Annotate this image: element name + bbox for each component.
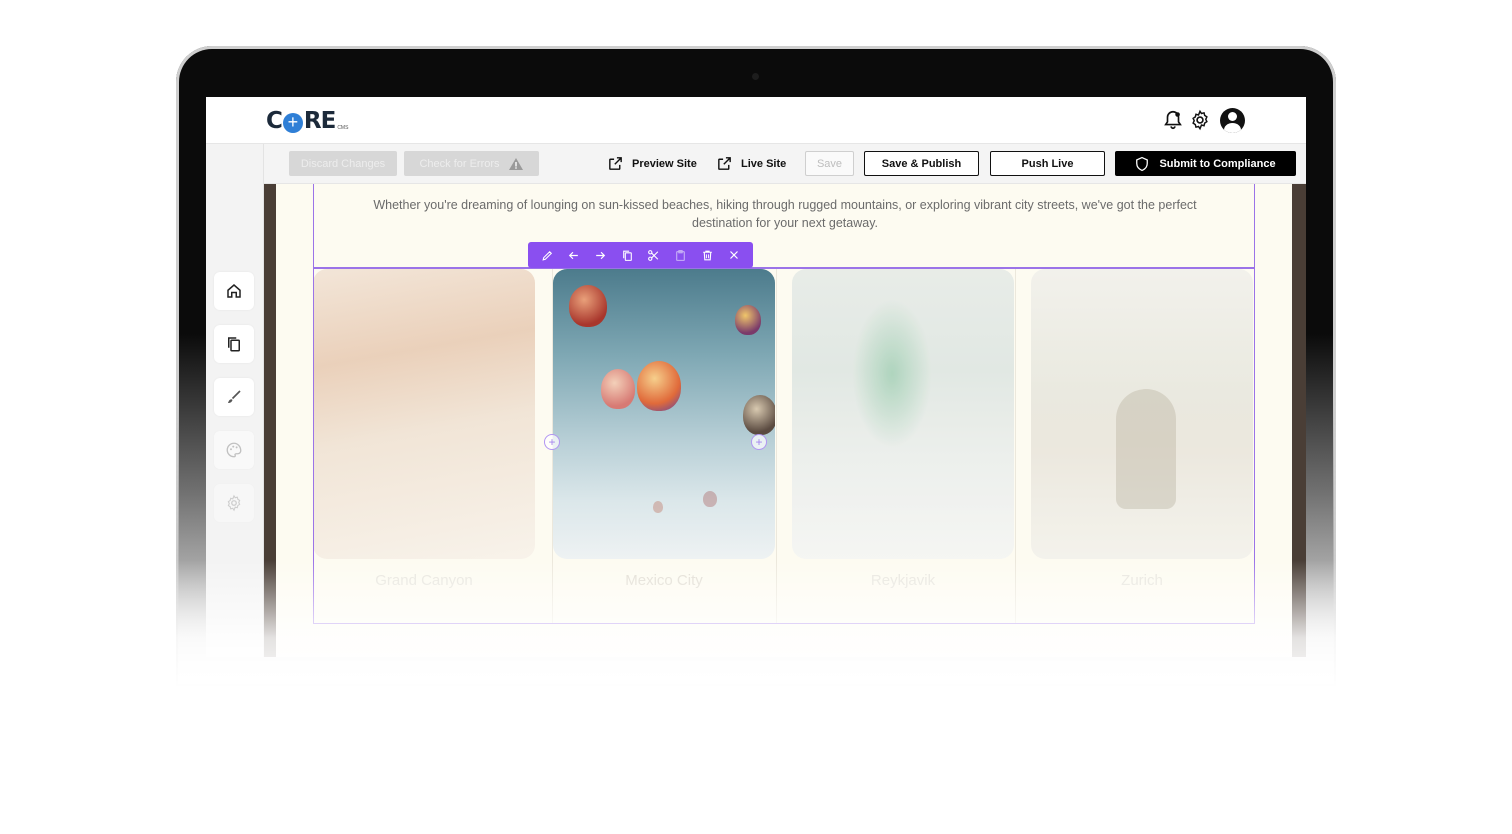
copy-icon[interactable] <box>617 245 637 265</box>
card-title: Zurich <box>1121 572 1163 589</box>
bell-icon[interactable] <box>1162 109 1184 131</box>
arrow-right-icon[interactable] <box>591 245 611 265</box>
add-column-right-handle[interactable]: + <box>751 434 767 450</box>
card-title: Mexico City <box>625 572 703 589</box>
page-preview: Whether you're dreaming of lounging on s… <box>276 184 1292 657</box>
warning-icon <box>508 157 523 170</box>
brush-icon <box>228 390 241 403</box>
intro-text: Whether you're dreaming of lounging on s… <box>373 198 1197 230</box>
gear-icon[interactable] <box>1189 109 1211 131</box>
arrow-left-icon[interactable] <box>564 245 584 265</box>
pages-icon <box>228 337 240 352</box>
cards-section-selection[interactable] <box>313 268 1255 624</box>
save-button[interactable]: Save <box>805 151 854 176</box>
save-publish-label: Save & Publish <box>881 157 962 170</box>
check-errors-button[interactable]: Check for Errors <box>404 151 539 176</box>
external-link-icon <box>718 157 731 170</box>
settings-icon <box>227 494 241 512</box>
user-avatar-icon[interactable] <box>1220 108 1245 133</box>
sidebar-item-theme[interactable] <box>214 431 254 469</box>
core-logo[interactable]: C + RE CMS <box>266 109 348 133</box>
external-link-icon <box>609 157 622 170</box>
push-live-button[interactable]: Push Live <box>990 151 1105 176</box>
sidebar-item-settings[interactable] <box>214 484 254 522</box>
editor-canvas: Whether you're dreaming of lounging on s… <box>264 184 1306 657</box>
logo-sub: CMS <box>337 125 349 131</box>
scissors-icon[interactable] <box>644 245 664 265</box>
left-sidebar <box>206 144 264 657</box>
check-errors-label: Check for Errors <box>419 157 500 170</box>
app-screen: C + RE CMS Discard Changes Check for Err… <box>206 97 1306 657</box>
element-edit-toolbar <box>528 242 753 268</box>
live-site-label: Live Site <box>741 157 787 170</box>
preview-label: Preview Site <box>632 157 697 170</box>
sidebar-item-home[interactable] <box>214 272 254 310</box>
submit-label: Submit to Compliance <box>1159 157 1276 170</box>
preview-site-link[interactable]: Preview Site <box>607 151 697 176</box>
logo-left: C <box>266 108 283 134</box>
paste-icon[interactable] <box>670 245 690 265</box>
save-publish-button[interactable]: Save & Publish <box>864 151 979 176</box>
home-icon <box>227 284 241 298</box>
logo-plus-icon: + <box>282 113 303 133</box>
pencil-icon[interactable] <box>537 245 557 265</box>
trash-icon[interactable] <box>697 245 717 265</box>
intro-section[interactable]: Whether you're dreaming of lounging on s… <box>313 184 1255 268</box>
save-label: Save <box>816 157 843 170</box>
shield-icon <box>1136 156 1149 171</box>
push-live-label: Push Live <box>1021 157 1074 170</box>
discard-changes-button[interactable]: Discard Changes <box>289 151 397 176</box>
card-title: Reykjavik <box>870 572 936 589</box>
sidebar-item-pages[interactable] <box>214 325 254 363</box>
add-column-left-handle[interactable]: + <box>544 434 560 450</box>
close-icon[interactable] <box>724 245 744 265</box>
live-site-link[interactable]: Live Site <box>716 151 786 176</box>
card-title: Grand Canyon <box>375 572 473 589</box>
submit-compliance-button[interactable]: Submit to Compliance <box>1115 151 1296 176</box>
discard-label: Discard Changes <box>300 157 386 170</box>
sidebar-item-design[interactable] <box>214 378 254 416</box>
camera-dot <box>752 73 759 80</box>
editor-toolbar: Discard Changes Check for Errors Preview… <box>264 144 1306 184</box>
palette-icon <box>226 442 242 458</box>
logo-right: RE <box>303 108 336 134</box>
top-header: C + RE CMS <box>206 97 1306 144</box>
